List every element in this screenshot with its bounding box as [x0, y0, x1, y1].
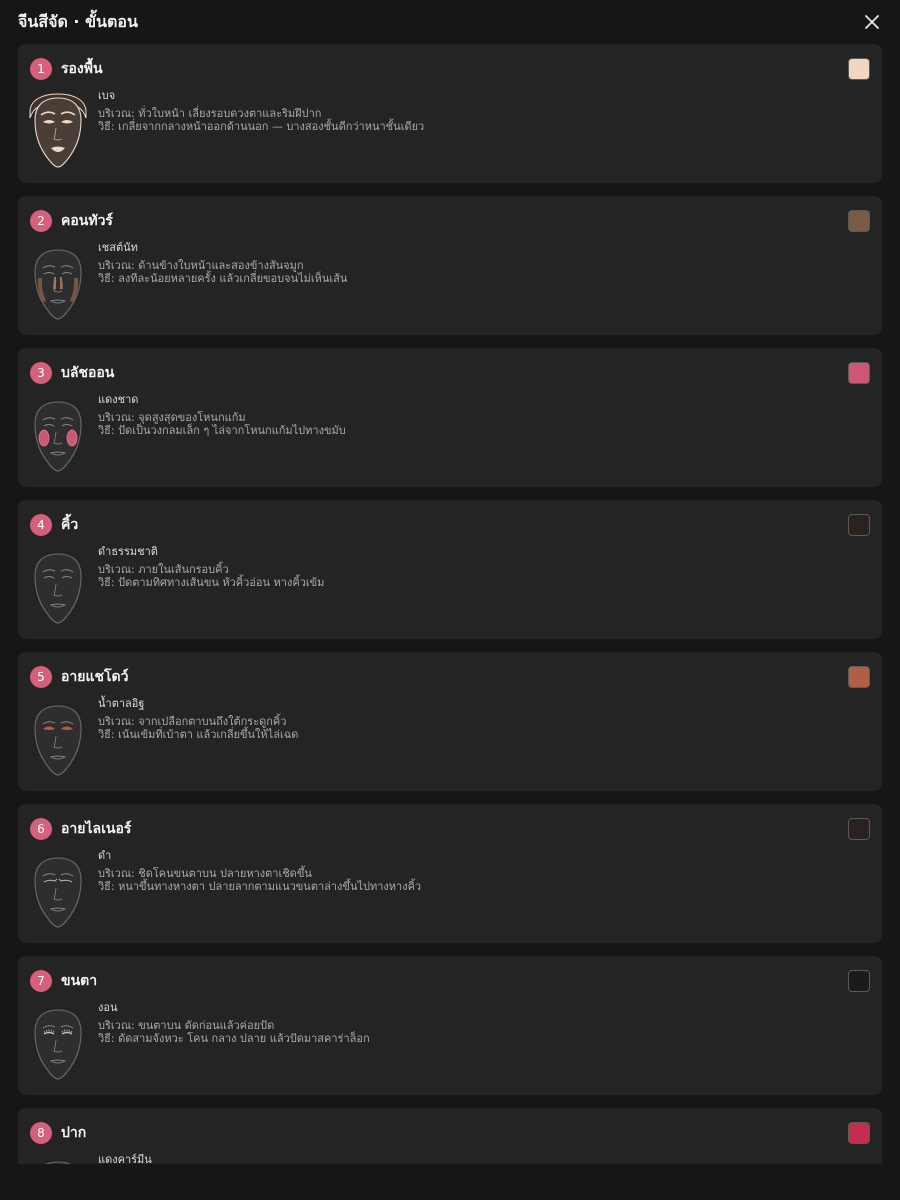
face-diagram: [28, 548, 88, 628]
face-outline-icon: [34, 401, 82, 472]
color-swatch[interactable]: [848, 970, 870, 992]
step-number-badge: 5: [30, 666, 52, 688]
shade-name: แดงคาร์มีน: [98, 1153, 152, 1164]
area-text: บริเวณ: ทั่วใบหน้า เลี่ยงรอบดวงตาและริมฝ…: [98, 107, 322, 120]
steps-list[interactable]: 1 รองพื้น เบจ บริเวณ: ทั่วใบหน้า เลี่ยงร…: [18, 44, 882, 1164]
step-card: 4 คิ้ว ดำธรรมชาติ บริเวณ: ภายในเส้นกรอบค…: [18, 500, 882, 639]
shade-name: เบจ: [98, 89, 116, 102]
method-text: วิธี: เน้นเข้มที่เบ้าตา แล้วเกลี่ยขึ้นให…: [98, 728, 299, 741]
step-number-badge: 4: [30, 514, 52, 536]
step-number-badge: 8: [30, 1122, 52, 1144]
face-outline-icon: [34, 857, 82, 928]
area-text: บริเวณ: ขนตาบน ดัดก่อนแล้วค่อยปัด: [98, 1019, 275, 1032]
color-swatch[interactable]: [848, 362, 870, 384]
face-outline-icon: [45, 1161, 71, 1164]
face-outline-icon: [29, 93, 87, 168]
step-number-badge: 1: [30, 58, 52, 80]
face-diagram: [28, 1004, 88, 1084]
method-text: วิธี: ปัดเป็นวงกลมเล็ก ๆ ไล่จากโหนกแก้มไ…: [98, 424, 346, 437]
close-icon: [865, 15, 879, 29]
color-swatch[interactable]: [848, 58, 870, 80]
step-card: 6 อายไลเนอร์ ดำ บริเวณ: ชิดโคนขนตาบน ปลา…: [18, 804, 882, 943]
area-text: บริเวณ: ด้านข้างใบหน้าและสองข้างสันจมูก: [98, 259, 304, 272]
method-text: วิธี: เกลี่ยจากกลางหน้าออกด้านนอก — บางส…: [98, 120, 425, 133]
area-text: บริเวณ: จากเปลือกตาบนถึงใต้กระดูกคิ้ว: [98, 715, 287, 728]
step-title: บลัชออน: [61, 365, 115, 381]
step-title: อายแชโดว์: [61, 669, 129, 685]
step-title: คิ้ว: [61, 517, 79, 533]
shade-name: น้ำตาลอิฐ: [98, 697, 145, 710]
shade-name: ดำธรรมชาติ: [98, 545, 158, 558]
step-number-badge: 6: [30, 818, 52, 840]
page-title: จีนสีจัด · ขั้นตอน: [18, 11, 138, 31]
step-card: 1 รองพื้น เบจ บริเวณ: ทั่วใบหน้า เลี่ยงร…: [18, 44, 882, 183]
method-text: วิธี: หนาขึ้นทางหางตา ปลายลากตามแนวขนตาล…: [98, 880, 422, 893]
face-diagram: [28, 92, 88, 172]
shade-name: ดำ: [98, 849, 112, 862]
app-window: จีนสีจัด · ขั้นตอน 1 รองพื้น เบจ บริเวณ:…: [0, 0, 900, 1200]
face-diagram: [28, 244, 88, 324]
method-text: วิธี: ปัดตามทิศทางเส้นขน หัวคิ้วอ่อน หาง…: [98, 576, 325, 589]
color-swatch[interactable]: [848, 818, 870, 840]
close-button[interactable]: [858, 8, 886, 36]
shade-name: เชสต์นัท: [98, 241, 138, 254]
shade-name: งอน: [98, 1001, 118, 1014]
step-title: อายไลเนอร์: [61, 821, 132, 837]
step-title: ปาก: [61, 1125, 87, 1141]
area-text: บริเวณ: จุดสูงสุดของโหนกแก้ม: [98, 411, 246, 424]
face-diagram: [28, 700, 88, 780]
header: จีนสีจัด · ขั้นตอน: [0, 0, 900, 44]
step-card: 8 ปาก แดงคาร์มีน: [18, 1108, 882, 1164]
face-outline-icon: [34, 249, 82, 320]
step-number-badge: 7: [30, 970, 52, 992]
step-title: คอนทัวร์: [61, 213, 113, 229]
face-outline-icon: [34, 553, 82, 624]
face-diagram: [28, 1156, 88, 1164]
color-swatch[interactable]: [848, 514, 870, 536]
color-swatch[interactable]: [848, 1122, 870, 1144]
step-card: 7 ขนตา งอน บริเวณ: ขนตาบน ดัดก่อนแล้วค่อ…: [18, 956, 882, 1095]
step-number-badge: 2: [30, 210, 52, 232]
shade-name: แดงชาด: [98, 393, 139, 406]
area-text: บริเวณ: ภายในเส้นกรอบคิ้ว: [98, 563, 229, 576]
method-text: วิธี: ลงทีละน้อยหลายครั้ง แล้วเกลี่ยขอบจ…: [98, 272, 348, 285]
step-card: 3 บลัชออน แดงชาด บริเวณ: จุดสูงสุดของโหน…: [18, 348, 882, 487]
step-number-badge: 3: [30, 362, 52, 384]
area-text: บริเวณ: ชิดโคนขนตาบน ปลายหางตาเชิดขึ้น: [98, 867, 312, 880]
face-outline-icon: [34, 1009, 82, 1080]
step-card: 2 คอนทัวร์ เชสต์นัท บริเวณ: ด้านข้างใบหน…: [18, 196, 882, 335]
color-swatch[interactable]: [848, 666, 870, 688]
face-diagram: [28, 396, 88, 476]
step-title: ขนตา: [61, 973, 98, 989]
face-diagram: [28, 852, 88, 932]
color-swatch[interactable]: [848, 210, 870, 232]
step-title: รองพื้น: [61, 61, 103, 77]
face-outline-icon: [34, 705, 82, 776]
step-card: 5 อายแชโดว์ น้ำตาลอิฐ บริเวณ: จากเปลือกต…: [18, 652, 882, 791]
method-text: วิธี: ดัดสามจังหวะ โคน กลาง ปลาย แล้วปัด…: [98, 1032, 370, 1045]
